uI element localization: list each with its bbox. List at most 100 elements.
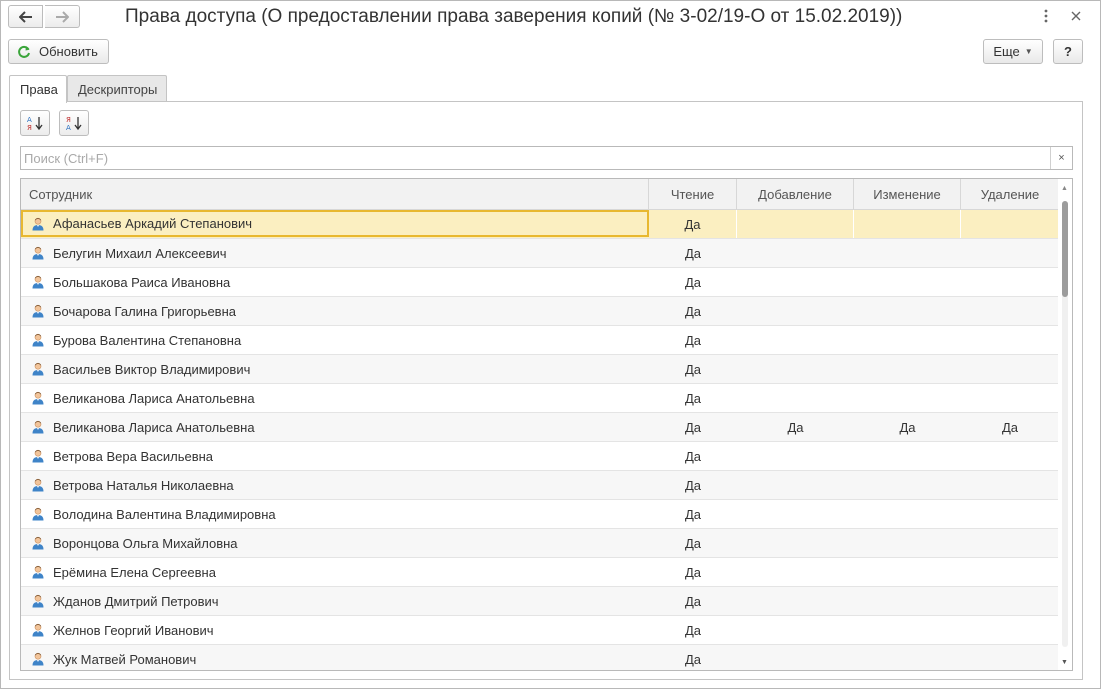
cell-edit[interactable]: Да	[854, 413, 961, 441]
cell-edit[interactable]	[854, 239, 961, 267]
cell-edit[interactable]	[854, 384, 961, 412]
cell-read[interactable]: Да	[649, 413, 737, 441]
cell-edit[interactable]	[854, 616, 961, 644]
cell-add[interactable]	[737, 616, 854, 644]
table-row[interactable]: Великанова Лариса Анатольевна Да	[21, 384, 1059, 413]
cell-delete[interactable]	[961, 471, 1059, 499]
column-header-employee[interactable]: Сотрудник	[21, 179, 649, 209]
tab-descriptors[interactable]: Дескрипторы	[67, 75, 167, 102]
scroll-down-icon[interactable]: ▼	[1061, 659, 1068, 666]
cell-delete[interactable]	[961, 500, 1059, 528]
cell-employee[interactable]: Белугин Михаил Алексеевич	[21, 239, 649, 267]
clear-search-button[interactable]: ×	[1050, 147, 1072, 169]
table-row[interactable]: Воронцова Ольга Михайловна Да	[21, 529, 1059, 558]
cell-read[interactable]: Да	[649, 587, 737, 615]
cell-read[interactable]: Да	[649, 355, 737, 383]
cell-employee[interactable]: Жук Матвей Романович	[21, 645, 649, 670]
cell-add[interactable]: Да	[737, 413, 854, 441]
cell-edit[interactable]	[854, 471, 961, 499]
sort-descending-button[interactable]: Я А	[59, 110, 89, 136]
cell-employee[interactable]: Васильев Виктор Владимирович	[21, 355, 649, 383]
cell-add[interactable]	[737, 500, 854, 528]
back-button[interactable]	[8, 5, 43, 28]
cell-add[interactable]	[737, 558, 854, 586]
cell-add[interactable]	[737, 210, 854, 238]
cell-edit[interactable]	[854, 442, 961, 470]
cell-add[interactable]	[737, 297, 854, 325]
cell-employee[interactable]: Великанова Лариса Анатольевна	[21, 384, 649, 412]
cell-add[interactable]	[737, 268, 854, 296]
table-row[interactable]: Бурова Валентина Степановна Да	[21, 326, 1059, 355]
cell-read[interactable]: Да	[649, 616, 737, 644]
cell-edit[interactable]	[854, 558, 961, 586]
more-button[interactable]: Еще ▼	[983, 39, 1043, 64]
cell-employee[interactable]: Большакова Раиса Ивановна	[21, 268, 649, 296]
cell-read[interactable]: Да	[649, 297, 737, 325]
refresh-button[interactable]: Обновить	[8, 39, 109, 64]
cell-edit[interactable]	[854, 355, 961, 383]
cell-add[interactable]	[737, 587, 854, 615]
cell-add[interactable]	[737, 529, 854, 557]
table-row[interactable]: Афанасьев Аркадий Степанович Да	[21, 210, 1059, 239]
close-icon[interactable]	[1067, 7, 1085, 25]
cell-delete[interactable]	[961, 355, 1059, 383]
cell-employee[interactable]: Ерёмина Елена Сергеевна	[21, 558, 649, 586]
cell-delete[interactable]	[961, 587, 1059, 615]
cell-edit[interactable]	[854, 645, 961, 670]
table-row[interactable]: Володина Валентина Владимировна Да	[21, 500, 1059, 529]
cell-read[interactable]: Да	[649, 442, 737, 470]
column-header-add[interactable]: Добавление	[737, 179, 854, 209]
help-button[interactable]: ?	[1053, 39, 1083, 64]
cell-employee[interactable]: Великанова Лариса Анатольевна	[21, 413, 649, 441]
table-row[interactable]: Великанова Лариса Анатольевна Да Да Да Да	[21, 413, 1059, 442]
cell-employee[interactable]: Володина Валентина Владимировна	[21, 500, 649, 528]
cell-read[interactable]: Да	[649, 645, 737, 670]
cell-employee[interactable]: Ветрова Наталья Николаевна	[21, 471, 649, 499]
cell-read[interactable]: Да	[649, 529, 737, 557]
forward-button[interactable]	[45, 5, 80, 28]
search-input[interactable]	[21, 147, 1051, 169]
cell-delete[interactable]	[961, 529, 1059, 557]
table-row[interactable]: Ветрова Вера Васильевна Да	[21, 442, 1059, 471]
vertical-dots-icon[interactable]	[1037, 7, 1055, 25]
table-row[interactable]: Ветрова Наталья Николаевна Да	[21, 471, 1059, 500]
table-row[interactable]: Большакова Раиса Ивановна Да	[21, 268, 1059, 297]
cell-delete[interactable]	[961, 384, 1059, 412]
cell-delete[interactable]	[961, 326, 1059, 354]
sort-ascending-button[interactable]: А Я	[20, 110, 50, 136]
cell-employee[interactable]: Воронцова Ольга Михайловна	[21, 529, 649, 557]
cell-read[interactable]: Да	[649, 384, 737, 412]
cell-delete[interactable]	[961, 616, 1059, 644]
cell-delete[interactable]	[961, 442, 1059, 470]
cell-add[interactable]	[737, 239, 854, 267]
cell-employee[interactable]: Бочарова Галина Григорьевна	[21, 297, 649, 325]
tab-rights[interactable]: Права	[9, 75, 67, 103]
vertical-scrollbar[interactable]: ▲ ▼	[1058, 179, 1072, 670]
cell-read[interactable]: Да	[649, 471, 737, 499]
cell-delete[interactable]	[961, 645, 1059, 670]
cell-delete[interactable]: Да	[961, 413, 1059, 441]
cell-delete[interactable]	[961, 297, 1059, 325]
cell-read[interactable]: Да	[649, 239, 737, 267]
cell-add[interactable]	[737, 471, 854, 499]
column-header-edit[interactable]: Изменение	[854, 179, 961, 209]
cell-read[interactable]: Да	[649, 326, 737, 354]
table-row[interactable]: Бочарова Галина Григорьевна Да	[21, 297, 1059, 326]
cell-employee[interactable]: Желнов Георгий Иванович	[21, 616, 649, 644]
cell-delete[interactable]	[961, 210, 1059, 238]
scroll-thumb[interactable]	[1062, 201, 1068, 297]
cell-read[interactable]: Да	[649, 210, 737, 238]
table-row[interactable]: Ерёмина Елена Сергеевна Да	[21, 558, 1059, 587]
cell-edit[interactable]	[854, 326, 961, 354]
cell-employee[interactable]: Бурова Валентина Степановна	[21, 326, 649, 354]
cell-delete[interactable]	[961, 268, 1059, 296]
table-row[interactable]: Жданов Дмитрий Петрович Да	[21, 587, 1059, 616]
cell-add[interactable]	[737, 645, 854, 670]
cell-edit[interactable]	[854, 529, 961, 557]
cell-read[interactable]: Да	[649, 268, 737, 296]
cell-edit[interactable]	[854, 500, 961, 528]
cell-add[interactable]	[737, 384, 854, 412]
column-header-delete[interactable]: Удаление	[961, 179, 1059, 209]
column-header-read[interactable]: Чтение	[649, 179, 737, 209]
table-row[interactable]: Жук Матвей Романович Да	[21, 645, 1059, 670]
